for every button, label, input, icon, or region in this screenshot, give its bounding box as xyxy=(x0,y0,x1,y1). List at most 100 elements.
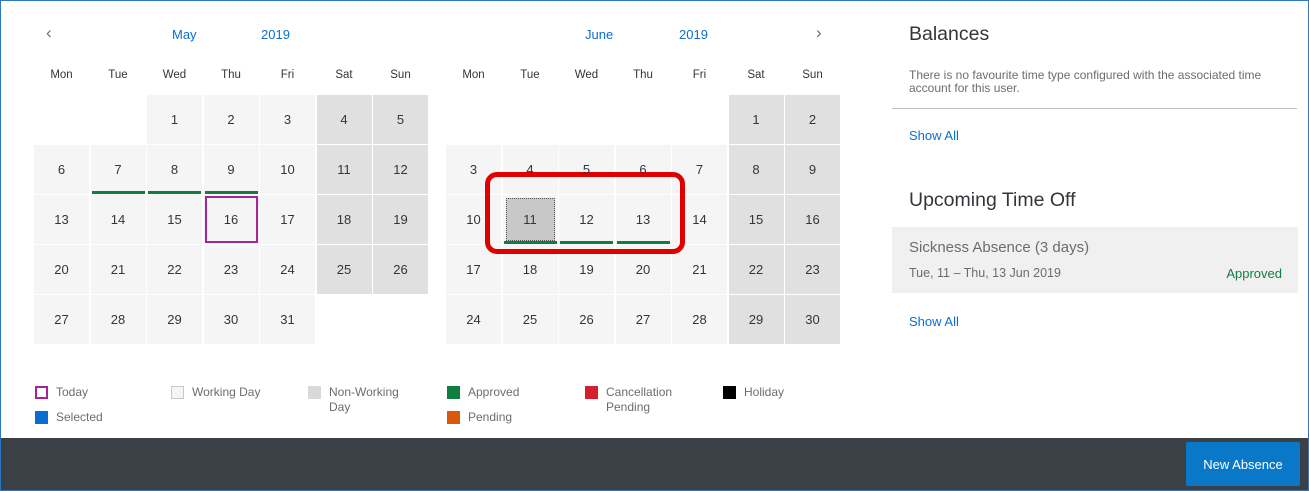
footer-toolbar xyxy=(1,438,1308,490)
month-label[interactable]: May xyxy=(172,27,197,42)
calendar-day[interactable]: 4 xyxy=(316,95,372,144)
calendar-day[interactable]: 24 xyxy=(446,295,501,344)
calendar-day[interactable]: 19 xyxy=(559,245,614,294)
month-label[interactable]: June xyxy=(585,27,613,42)
calendar-day[interactable]: 17 xyxy=(446,245,501,294)
calendar-day[interactable]: 10 xyxy=(260,145,315,194)
calendar-day[interactable]: 22 xyxy=(147,245,202,294)
calendar-day[interactable]: 24 xyxy=(260,245,315,294)
calendar-day[interactable]: 26 xyxy=(373,245,428,294)
day-number: 18 xyxy=(522,262,538,277)
calendar-day[interactable]: 25 xyxy=(502,295,558,344)
calendar-day[interactable]: 30 xyxy=(203,295,259,344)
weekday-header: Sat xyxy=(747,69,765,81)
upcoming-item[interactable]: Sickness Absence (3 days) Tue, 11 – Thu,… xyxy=(892,227,1298,293)
calendar-day[interactable]: 31 xyxy=(260,295,315,344)
calendar-day[interactable]: 13 xyxy=(615,195,671,244)
calendar-day[interactable]: 4 xyxy=(502,145,558,194)
calendar-day[interactable]: 14 xyxy=(672,195,727,244)
calendar-day[interactable]: 10 xyxy=(446,195,501,244)
day-number: 29 xyxy=(167,312,182,327)
calendar-day[interactable]: 15 xyxy=(147,195,202,244)
day-number: 24 xyxy=(280,262,295,277)
day-number: 17 xyxy=(280,212,295,227)
legend-item: Today xyxy=(35,385,145,400)
year-label[interactable]: 2019 xyxy=(261,27,290,42)
calendar-day[interactable]: 20 xyxy=(615,245,671,294)
day-number: 23 xyxy=(805,262,820,277)
calendar-day[interactable]: 9 xyxy=(203,145,259,194)
calendar-day[interactable]: 1 xyxy=(728,95,784,144)
calendar-day[interactable]: 14 xyxy=(90,195,146,244)
chevron-right-icon[interactable]: › xyxy=(816,23,822,43)
calendar-day[interactable]: 28 xyxy=(672,295,727,344)
day-number: 4 xyxy=(340,112,348,127)
calendar-day[interactable]: 28 xyxy=(90,295,146,344)
calendar-day[interactable]: 6 xyxy=(615,145,671,194)
calendar-day[interactable]: 30 xyxy=(785,295,840,344)
calendar-day[interactable]: 7 xyxy=(90,145,146,194)
day-number: 31 xyxy=(280,312,295,327)
legend-label: Pending xyxy=(468,410,513,424)
calendar-day[interactable]: 8 xyxy=(728,145,784,194)
calendar-day[interactable]: 27 xyxy=(615,295,671,344)
day-number: 15 xyxy=(748,212,764,227)
calendar-header-may: ‹ May 2019 xyxy=(34,17,419,53)
calendar-day[interactable]: 16 xyxy=(785,195,840,244)
calendar-day[interactable]: 25 xyxy=(316,245,372,294)
calendar-day[interactable]: 21 xyxy=(672,245,727,294)
status-badge: Approved xyxy=(1226,266,1282,281)
legend-swatch xyxy=(447,386,460,399)
calendar-day[interactable]: 3 xyxy=(446,145,501,194)
calendar-day[interactable]: 17 xyxy=(260,195,315,244)
approved-indicator xyxy=(148,191,201,194)
calendar-day[interactable]: 2 xyxy=(785,95,840,144)
day-number: 25 xyxy=(336,262,352,277)
new-absence-button[interactable]: New Absence xyxy=(1186,442,1300,486)
calendar-day[interactable]: 7 xyxy=(672,145,727,194)
calendar-day[interactable]: 23 xyxy=(785,245,840,294)
calendar-day[interactable]: 5 xyxy=(373,95,428,144)
legend-item: Pending xyxy=(447,410,557,425)
calendar-day[interactable]: 21 xyxy=(90,245,146,294)
weekday-header: Mon xyxy=(50,69,73,81)
calendar-day[interactable]: 16 xyxy=(203,195,259,244)
upcoming-title: Upcoming Time Off xyxy=(909,189,1076,211)
calendar-day[interactable]: 1 xyxy=(147,95,202,144)
calendar-day[interactable]: 18 xyxy=(316,195,372,244)
calendar-day[interactable]: 12 xyxy=(559,195,614,244)
day-number: 8 xyxy=(170,162,179,177)
calendar-day[interactable]: 20 xyxy=(34,245,89,294)
day-number: 1 xyxy=(170,112,179,127)
calendar-day[interactable]: 13 xyxy=(34,195,89,244)
calendar-day[interactable]: 26 xyxy=(559,295,614,344)
year-label[interactable]: 2019 xyxy=(679,27,708,42)
calendar-day[interactable]: 23 xyxy=(203,245,259,294)
day-number: 9 xyxy=(227,162,235,177)
calendar-day[interactable]: 27 xyxy=(34,295,89,344)
day-number: 19 xyxy=(393,212,408,227)
calendar-day[interactable]: 5 xyxy=(559,145,614,194)
day-number: 12 xyxy=(393,162,408,177)
calendar-day[interactable]: 8 xyxy=(147,145,202,194)
calendar-day[interactable]: 3 xyxy=(260,95,315,144)
approved-indicator xyxy=(616,241,670,244)
calendar-day[interactable]: 12 xyxy=(373,145,428,194)
calendar-day[interactable]: 9 xyxy=(785,145,840,194)
calendar-day[interactable]: 29 xyxy=(147,295,202,344)
calendar-day[interactable]: 2 xyxy=(203,95,259,144)
day-number: 11 xyxy=(337,162,351,177)
calendar-day[interactable]: 29 xyxy=(728,295,784,344)
calendar-day[interactable]: 22 xyxy=(728,245,784,294)
calendar-day[interactable]: 11 xyxy=(316,145,372,194)
calendar-day[interactable]: 19 xyxy=(373,195,428,244)
calendar-day[interactable]: 6 xyxy=(34,145,89,194)
calendar-day[interactable]: 18 xyxy=(502,245,558,294)
chevron-left-icon[interactable]: ‹ xyxy=(46,23,52,43)
day-number: 7 xyxy=(114,162,122,177)
calendar-day[interactable]: 15 xyxy=(728,195,784,244)
legend-label: Non-Working Day xyxy=(329,385,399,414)
balances-show-all-link[interactable]: Show All xyxy=(909,128,959,143)
calendar-day[interactable]: 11 xyxy=(502,195,558,244)
upcoming-show-all-link[interactable]: Show All xyxy=(909,314,959,329)
